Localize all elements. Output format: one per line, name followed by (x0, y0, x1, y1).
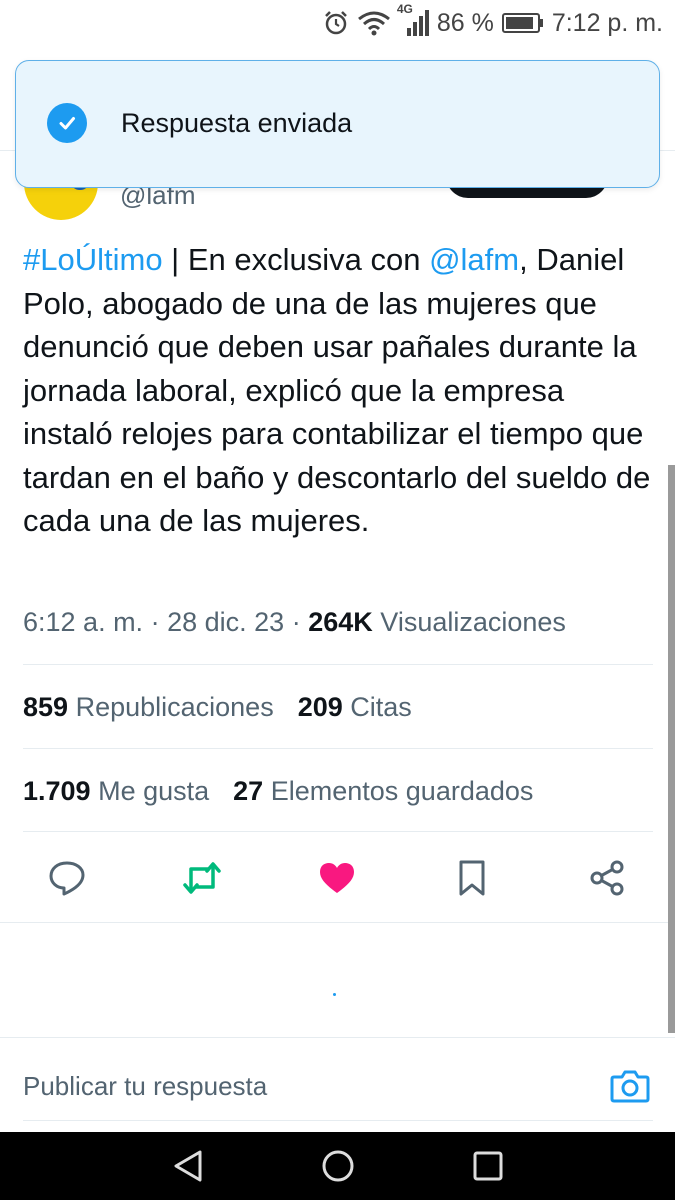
wifi-icon (357, 10, 391, 36)
scrollbar[interactable] (668, 465, 675, 1033)
reply-button[interactable] (47, 858, 87, 898)
back-button[interactable] (170, 1148, 206, 1184)
meta-separator: · (150, 607, 160, 637)
quotes-label: Citas (350, 692, 412, 722)
bookmarks-count: 27 (233, 776, 264, 806)
tweet-text-part: | En exclusiva con (162, 242, 430, 277)
likes-stat[interactable]: 1.709 Me gusta (23, 776, 209, 807)
recents-square-icon (473, 1151, 503, 1181)
heart-filled-icon (320, 863, 354, 893)
toast-notification: Respuesta enviada (15, 60, 660, 188)
views-count: 264K (308, 607, 373, 637)
tweet-date[interactable]: 28 dic. 23 (167, 607, 284, 637)
bookmarks-stat[interactable]: 27 Elementos guardados (233, 776, 533, 807)
camera-button[interactable] (610, 1068, 650, 1104)
likes-count: 1.709 (23, 776, 91, 806)
reposts-stat[interactable]: 859 Republicaciones (23, 692, 274, 723)
home-button[interactable] (320, 1148, 356, 1184)
tweet-time[interactable]: 6:12 a. m. (23, 607, 143, 637)
tweet-actions (0, 850, 675, 906)
reposts-label: Republicaciones (75, 692, 274, 722)
stats-row-reposts: 859 Republicaciones 209 Citas (23, 692, 412, 723)
toast-message: Respuesta enviada (121, 108, 353, 138)
back-triangle-icon (174, 1150, 202, 1182)
bookmark-icon (459, 860, 485, 896)
check-circle-icon (47, 103, 87, 143)
like-button[interactable] (317, 858, 357, 898)
alarm-icon (323, 10, 349, 36)
share-button[interactable] (587, 858, 627, 898)
divider (23, 664, 653, 665)
mention-link[interactable]: @lafm (429, 242, 519, 277)
meta-separator: · (291, 607, 301, 637)
retweet-icon (183, 862, 221, 894)
divider (0, 922, 675, 923)
loading-indicator (333, 993, 336, 996)
tweet-text-part: , Daniel Polo, abogado de una de las muj… (23, 242, 651, 538)
battery-percent: 86 % (436, 8, 494, 37)
stats-row-likes: 1.709 Me gusta 27 Elementos guardados (23, 776, 533, 807)
retweet-button[interactable] (182, 858, 222, 898)
likes-label: Me gusta (98, 776, 210, 806)
tweet-meta: 6:12 a. m. · 28 dic. 23 · 264K Visualiza… (23, 607, 566, 638)
signal-icon: 4G (397, 2, 429, 38)
status-icons: 4G 86 % 7:12 p. m. (323, 2, 663, 40)
quotes-stat[interactable]: 209 Citas (298, 692, 412, 723)
divider (23, 831, 653, 832)
camera-icon (610, 1070, 650, 1103)
battery-icon (501, 12, 544, 34)
views-label: Visualizaciones (380, 607, 566, 637)
bookmarks-label: Elementos guardados (270, 776, 534, 806)
status-bar: 4G 86 % 7:12 p. m. (0, 0, 675, 46)
reply-icon (49, 861, 85, 896)
quotes-count: 209 (297, 692, 343, 722)
home-circle-icon (322, 1150, 354, 1182)
tweet-text: #LoÚltimo | En exclusiva con @lafm, Dani… (23, 238, 653, 543)
divider (23, 748, 653, 749)
reply-underline (23, 1120, 653, 1121)
bookmark-button[interactable] (452, 858, 492, 898)
reply-bar: Publicar tu respuesta (0, 1038, 675, 1132)
reposts-count: 859 (23, 692, 69, 722)
system-nav-bar (0, 1132, 675, 1200)
hashtag-link[interactable]: #LoÚltimo (23, 242, 163, 277)
status-time: 7:12 p. m. (551, 8, 663, 37)
recents-button[interactable] (470, 1148, 506, 1184)
share-icon (590, 860, 624, 896)
reply-input[interactable]: Publicar tu respuesta (23, 1071, 267, 1102)
